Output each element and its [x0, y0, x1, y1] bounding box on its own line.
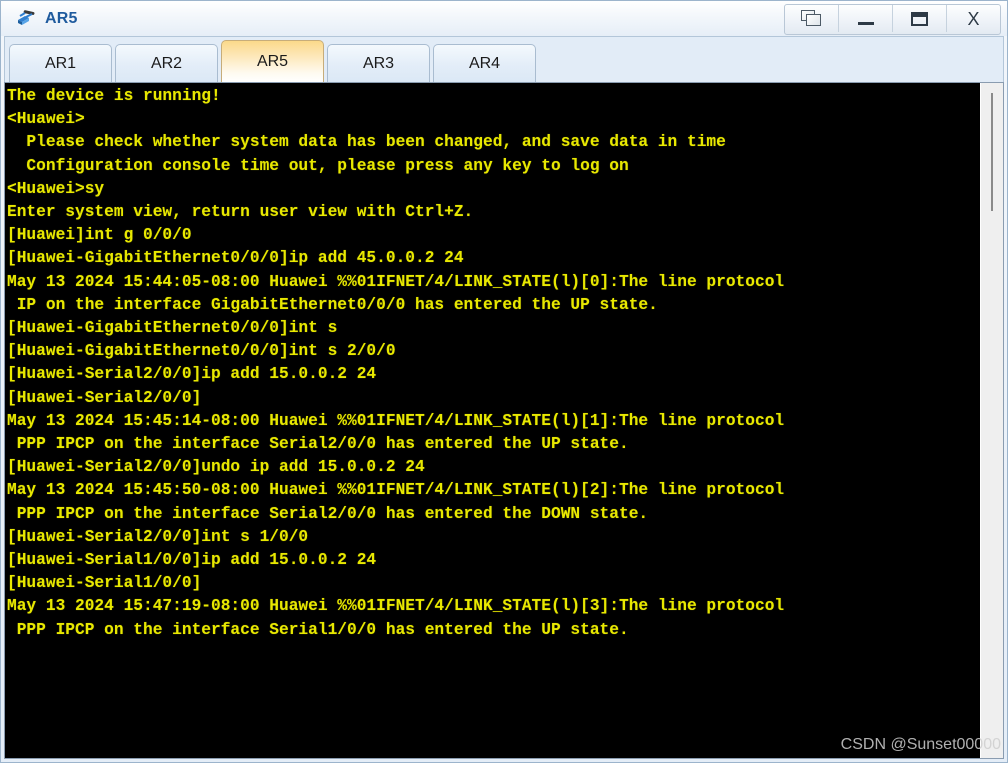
- terminal-line: PPP IPCP on the interface Serial2/0/0 ha…: [7, 504, 649, 523]
- restore-window-button[interactable]: [785, 5, 839, 32]
- maximize-icon: [911, 11, 928, 26]
- terminal-line: PPP IPCP on the interface Serial1/0/0 ha…: [7, 620, 629, 639]
- tab-ar2[interactable]: AR2: [115, 44, 218, 82]
- terminal-line: Please check whether system data has bee…: [7, 133, 726, 152]
- scrollbar-thumb[interactable]: [991, 93, 993, 211]
- terminal-line: <Huawei>: [7, 110, 85, 129]
- title-bar: AR5 X: [1, 1, 1007, 36]
- terminal-line: May 13 2024 15:45:50-08:00 Huawei %%01IF…: [7, 481, 785, 500]
- cascade-windows-icon: [800, 9, 823, 28]
- terminal-line: PPP IPCP on the interface Serial2/0/0 ha…: [7, 435, 629, 454]
- terminal-line: The device is running!: [7, 87, 221, 105]
- tab-ar3[interactable]: AR3: [327, 44, 430, 82]
- close-button[interactable]: X: [947, 5, 1000, 32]
- terminal-output[interactable]: The device is running! <Huawei> Please ch…: [5, 83, 980, 758]
- terminal-line: Enter system view, return user view with…: [7, 203, 474, 222]
- terminal-line: [Huawei-Serial1/0/0]ip add 15.0.0.2 24: [7, 551, 377, 570]
- close-icon: X: [967, 8, 980, 29]
- terminal-line: [Huawei-Serial2/0/0]ip add 15.0.0.2 24: [7, 365, 377, 384]
- minimize-button[interactable]: [839, 5, 893, 32]
- tab-label: AR3: [362, 54, 395, 72]
- terminal-line: [Huawei-GigabitEthernet0/0/0]int s: [7, 319, 338, 338]
- terminal-line: Configuration console time out, please p…: [7, 156, 629, 175]
- terminal-line: [Huawei]int g 0/0/0: [7, 226, 192, 245]
- maximize-button[interactable]: [893, 5, 947, 32]
- terminal-line: [Huawei-Serial1/0/0]: [7, 574, 202, 593]
- tab-label: AR4: [468, 54, 501, 72]
- tab-ar5[interactable]: AR5: [221, 40, 324, 82]
- terminal-line: May 13 2024 15:47:19-08:00 Huawei %%01IF…: [7, 597, 785, 616]
- window-title: AR5: [45, 9, 78, 27]
- terminal-line: [Huawei-GigabitEthernet0/0/0]ip add 45.0…: [7, 249, 464, 268]
- terminal-panel: The device is running! <Huawei> Please ch…: [4, 82, 1004, 759]
- tab-ar4[interactable]: AR4: [433, 44, 536, 82]
- terminal-line: <Huawei>sy: [7, 179, 105, 198]
- window-controls: X: [784, 4, 1001, 35]
- terminal-line: [Huawei-GigabitEthernet0/0/0]int s 2/0/0: [7, 342, 396, 361]
- device-tabs: AR1 AR2 AR5 AR3 AR4: [4, 36, 1004, 82]
- tab-label: AR2: [150, 54, 183, 72]
- terminal-line: [Huawei-Serial2/0/0]int s 1/0/0: [7, 527, 309, 546]
- device-cli-window: AR5 X AR1 AR2 AR5 AR3 AR4 The device is …: [0, 0, 1008, 763]
- terminal-line: May 13 2024 15:45:14-08:00 Huawei %%01IF…: [7, 411, 785, 430]
- terminal-line: May 13 2024 15:44:05-08:00 Huawei %%01IF…: [7, 272, 785, 291]
- terminal-line: IP on the interface GigabitEthernet0/0/0…: [7, 295, 658, 314]
- minimize-icon: [857, 21, 874, 25]
- terminal-line: [Huawei-Serial2/0/0]undo ip add 15.0.0.2…: [7, 458, 425, 477]
- router-icon: [15, 7, 39, 31]
- tab-label: AR1: [44, 54, 77, 72]
- tab-ar1[interactable]: AR1: [9, 44, 112, 82]
- terminal-scrollbar[interactable]: [980, 83, 1003, 758]
- terminal-line: [Huawei-Serial2/0/0]: [7, 388, 202, 407]
- tab-label: AR5: [256, 52, 289, 70]
